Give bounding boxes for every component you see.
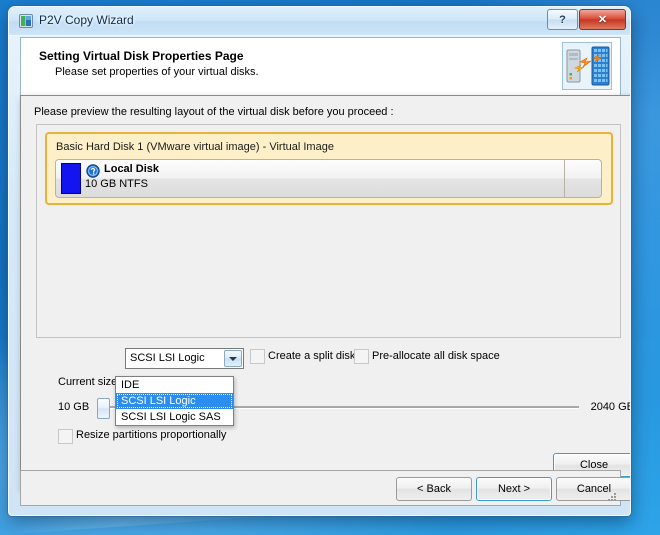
disk-controller-value: SCSI LSI Logic xyxy=(130,352,205,364)
partition-size: 10 GB NTFS xyxy=(85,178,148,190)
wizard-footer: < Back Next > Cancel xyxy=(20,470,630,506)
resize-grip-icon[interactable] xyxy=(605,491,617,503)
disk-info-icon xyxy=(86,164,100,178)
next-button[interactable]: Next > xyxy=(476,477,552,501)
preview-hint-text: Please preview the resulting layout of t… xyxy=(34,106,394,118)
help-button-glyph: ? xyxy=(559,13,566,26)
window-title: P2V Copy Wizard xyxy=(39,13,134,27)
wizard-header-band: Setting Virtual Disk Properties Page Ple… xyxy=(20,37,621,96)
page-title: Setting Virtual Disk Properties Page xyxy=(39,49,244,63)
resize-partitions-checkbox[interactable] xyxy=(58,429,73,444)
partition-name: Local Disk xyxy=(104,163,160,175)
resize-partitions-label: Resize partitions proportionally xyxy=(76,429,227,441)
slider-min-label: 10 GB xyxy=(58,401,90,413)
disk-size-slider-thumb[interactable] xyxy=(97,398,110,419)
dropdown-option-scsi-lsi-logic-sas[interactable]: SCSI LSI Logic SAS xyxy=(116,409,233,425)
p2v-copy-wizard-window: P2V Copy Wizard ? ✕ Setting Virtual Disk… xyxy=(8,6,631,516)
close-icon: ✕ xyxy=(597,14,608,26)
create-split-disk-label: Create a split disk xyxy=(268,350,356,362)
controller-options-row: SCSI LSI Logic Create a split disk Pre-a… xyxy=(21,348,630,369)
partition-color-bar xyxy=(61,163,81,194)
window-title-bar[interactable]: P2V Copy Wizard ? ✕ xyxy=(9,7,630,36)
cancel-button[interactable]: Cancel xyxy=(556,477,630,501)
partition-local-disk[interactable]: Local Disk 10 GB NTFS xyxy=(56,160,565,197)
slider-max-label: 2040 GB xyxy=(590,401,631,413)
dropdown-option-ide[interactable]: IDE xyxy=(116,377,233,393)
dropdown-option-scsi-lsi-logic[interactable]: SCSI LSI Logic xyxy=(116,393,233,409)
disk-controller-dropdown-list[interactable]: IDE SCSI LSI Logic SCSI LSI Logic SAS xyxy=(115,376,234,426)
disk-controller-combobox[interactable]: SCSI LSI Logic xyxy=(125,348,244,369)
preallocate-disk-space-checkbox[interactable] xyxy=(354,349,369,364)
disk-block[interactable]: Basic Hard Disk 1 (VMware virtual image)… xyxy=(45,132,613,205)
preallocate-disk-space-label: Pre-allocate all disk space xyxy=(372,350,500,362)
back-button[interactable]: < Back xyxy=(396,477,472,501)
disk-layout-preview-panel: Basic Hard Disk 1 (VMware virtual image)… xyxy=(36,124,621,338)
page-subtitle: Please set properties of your virtual di… xyxy=(55,66,259,78)
virtual-disk-properties-dialog: Please preview the resulting layout of t… xyxy=(20,95,631,489)
app-window-icon xyxy=(19,14,33,28)
create-split-disk-checkbox[interactable] xyxy=(250,349,265,364)
help-button[interactable]: ? xyxy=(547,9,578,30)
chevron-down-icon[interactable] xyxy=(224,350,242,367)
close-window-button[interactable]: ✕ xyxy=(579,9,626,30)
partition-strip: Local Disk 10 GB NTFS xyxy=(55,159,602,198)
server-virtualization-icon xyxy=(562,42,612,90)
disk-label: Basic Hard Disk 1 (VMware virtual image)… xyxy=(56,141,334,153)
